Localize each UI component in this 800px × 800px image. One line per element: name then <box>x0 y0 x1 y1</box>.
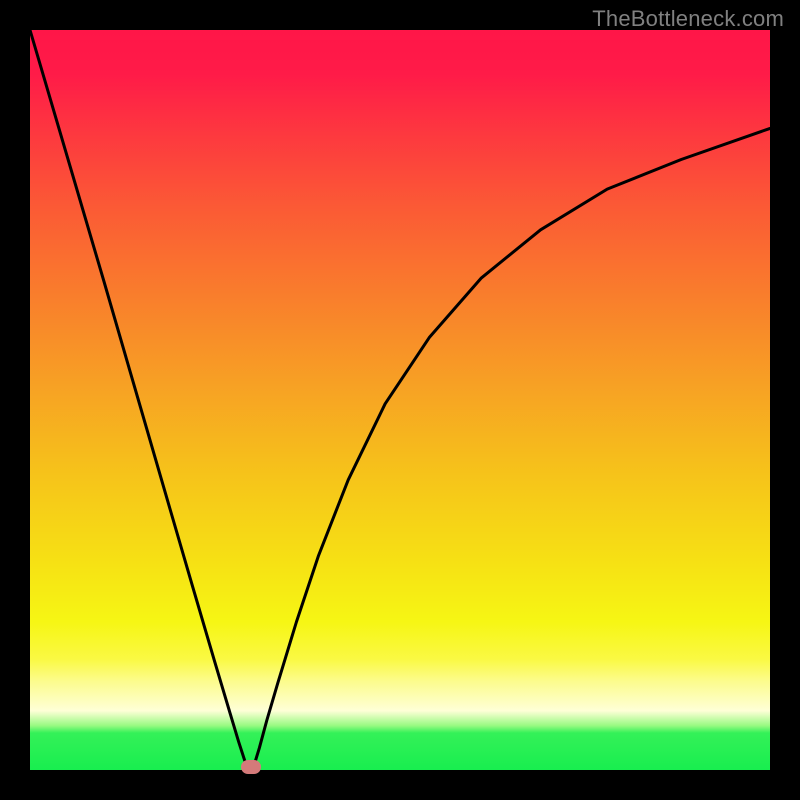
optimal-point-marker <box>241 760 261 774</box>
bottleneck-curve <box>30 30 770 770</box>
chart-container: TheBottleneck.com <box>0 0 800 800</box>
plot-area <box>30 30 770 770</box>
curve-svg <box>30 30 770 770</box>
watermark-text: TheBottleneck.com <box>592 6 784 32</box>
